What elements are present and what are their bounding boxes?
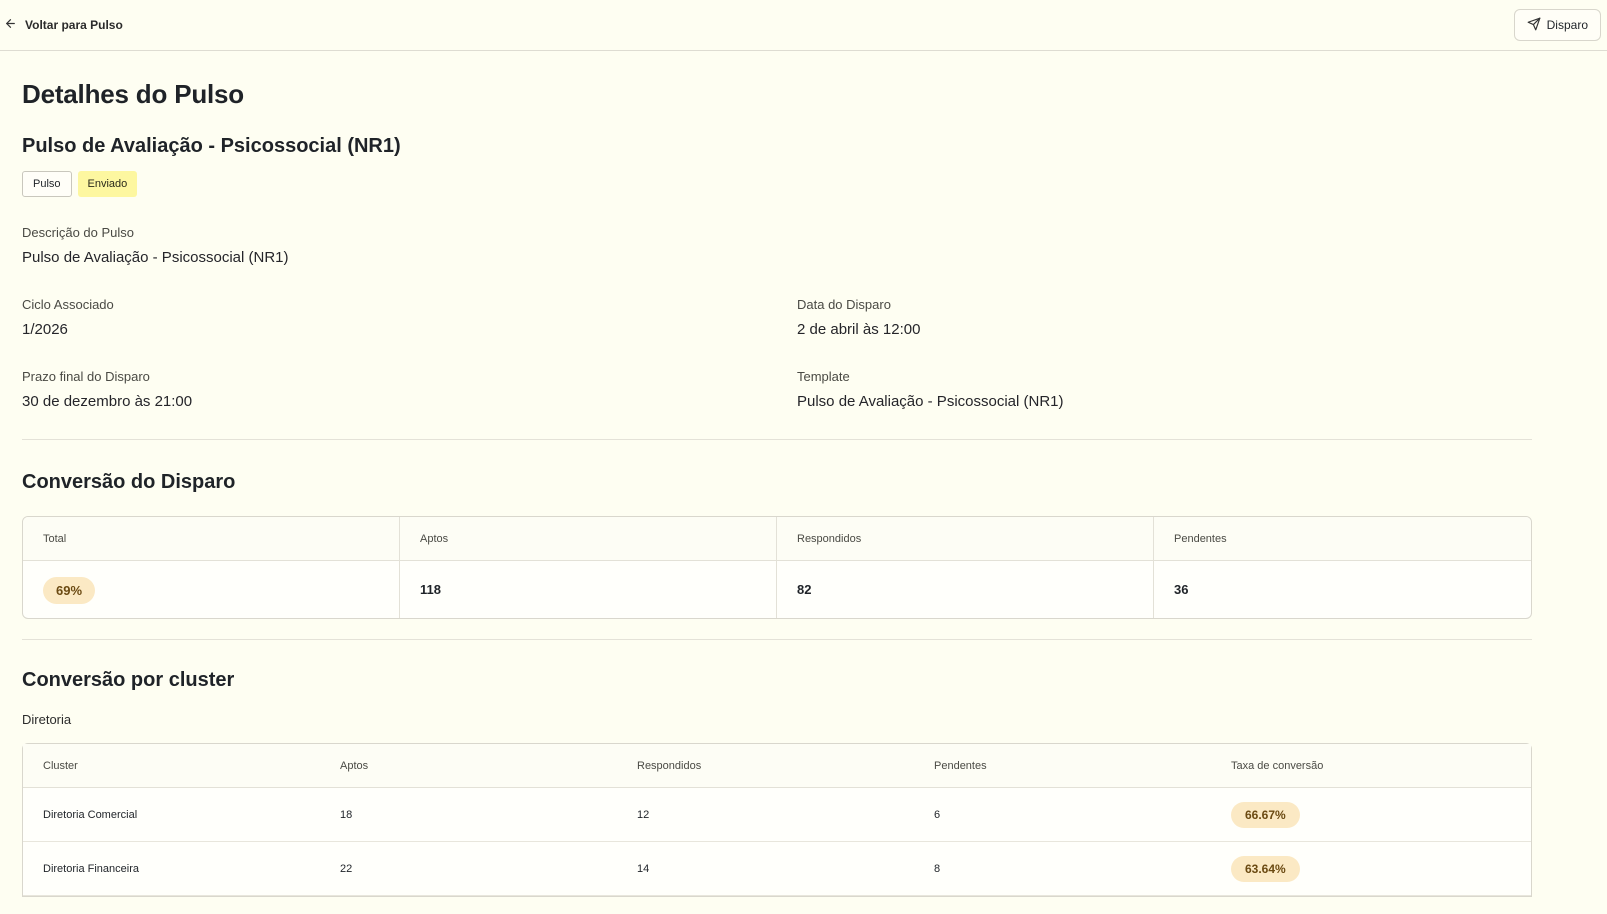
template-label: Template bbox=[797, 369, 850, 384]
cluster-respondidos: 12 bbox=[637, 808, 650, 821]
header-aptos: Aptos bbox=[400, 517, 777, 560]
deadline-field: Prazo final do Disparo 30 de dezembro às… bbox=[22, 369, 797, 411]
conversion-table-row: 69% 118 82 36 bbox=[23, 561, 1531, 618]
cluster-pendentes: 8 bbox=[934, 862, 941, 875]
aptos-value: 118 bbox=[400, 561, 777, 618]
section-divider bbox=[22, 439, 1532, 440]
send-date-label: Data do Disparo bbox=[797, 297, 891, 312]
top-bar: Voltar para Pulso Disparo bbox=[0, 0, 1607, 51]
cycle-label: Ciclo Associado bbox=[22, 297, 114, 312]
cluster-section-title: Conversão por cluster bbox=[22, 669, 235, 691]
deadline-label: Prazo final do Disparo bbox=[22, 369, 150, 384]
conversion-rate-pill: 63.64% bbox=[1231, 855, 1300, 882]
send-date-field: Data do Disparo 2 de abril às 12:00 bbox=[797, 297, 1548, 339]
respondidos-value: 82 bbox=[777, 561, 1154, 618]
cluster-aptos: 22 bbox=[340, 862, 353, 875]
type-badge: Pulso bbox=[22, 171, 72, 197]
pendentes-value: 36 bbox=[1174, 582, 1189, 597]
header-cluster: Cluster bbox=[43, 759, 78, 772]
badge-group: Pulso Enviado bbox=[22, 171, 1548, 197]
conversion-section-title: Conversão do Disparo bbox=[22, 471, 236, 493]
cluster-pendentes: 6 bbox=[934, 808, 941, 821]
cluster-name: Diretoria Financeira bbox=[43, 862, 139, 875]
back-link-label: Voltar para Pulso bbox=[25, 18, 123, 32]
pulse-name: Pulso de Avaliação - Psicossocial (NR1) bbox=[22, 135, 401, 157]
send-date-value: 2 de abril às 12:00 bbox=[797, 321, 921, 338]
header-aptos: Aptos bbox=[340, 759, 369, 772]
description-field: Descrição do Pulso Pulso de Avaliação - … bbox=[22, 225, 1548, 267]
header-taxa: Taxa de conversão bbox=[1231, 759, 1324, 772]
back-to-pulso-link[interactable]: Voltar para Pulso bbox=[4, 17, 123, 33]
table-row[interactable]: Diretoria Financeira 22 14 8 63.64% bbox=[23, 842, 1531, 896]
page-title: Detalhes do Pulso bbox=[22, 79, 244, 109]
cluster-taxa-cell: 63.64% bbox=[1211, 855, 1531, 882]
section-divider bbox=[22, 639, 1532, 640]
disparo-button[interactable]: Disparo bbox=[1513, 9, 1601, 41]
status-badge: Enviado bbox=[77, 171, 138, 197]
header-respondidos: Respondidos bbox=[637, 759, 702, 772]
cycle-field: Ciclo Associado 1/2026 bbox=[22, 297, 797, 339]
main-content: Detalhes do Pulso Pulso de Avaliação - P… bbox=[0, 78, 1570, 897]
details-grid: Ciclo Associado 1/2026 Data do Disparo 2… bbox=[22, 297, 1548, 411]
table-row[interactable]: Diretoria Comercial 18 12 6 66.67% bbox=[23, 788, 1531, 842]
cluster-aptos: 18 bbox=[340, 808, 353, 821]
header-respondidos: Respondidos bbox=[777, 517, 1154, 560]
cluster-group-label: Diretoria bbox=[22, 712, 72, 727]
header-pendentes: Pendentes bbox=[1174, 532, 1227, 545]
cluster-name: Diretoria Comercial bbox=[43, 808, 138, 821]
cluster-taxa-cell: 66.67% bbox=[1211, 801, 1531, 828]
conversion-rate-pill: 66.67% bbox=[1231, 801, 1300, 828]
header-pendentes: Pendentes bbox=[934, 759, 987, 772]
arrow-left-icon bbox=[4, 17, 17, 33]
cycle-value: 1/2026 bbox=[22, 321, 68, 338]
cluster-respondidos: 14 bbox=[637, 862, 650, 875]
disparo-button-label: Disparo bbox=[1546, 18, 1588, 32]
header-total: Total bbox=[23, 517, 400, 560]
cluster-table: Cluster Aptos Respondidos Pendentes Taxa… bbox=[22, 743, 1532, 897]
template-value: Pulso de Avaliação - Psicossocial (NR1) bbox=[797, 393, 1064, 410]
cluster-table-header: Cluster Aptos Respondidos Pendentes Taxa… bbox=[23, 744, 1531, 788]
deadline-value: 30 de dezembro às 21:00 bbox=[22, 393, 193, 410]
conversion-table: Total Aptos Respondidos Pendentes 69% 11… bbox=[22, 516, 1532, 619]
description-value: Pulso de Avaliação - Psicossocial (NR1) bbox=[22, 249, 289, 266]
conversion-table-header: Total Aptos Respondidos Pendentes bbox=[23, 517, 1531, 561]
total-cell: 69% bbox=[23, 561, 400, 618]
template-field: Template Pulso de Avaliação - Psicossoci… bbox=[797, 369, 1548, 411]
description-label: Descrição do Pulso bbox=[22, 225, 134, 240]
send-icon bbox=[1527, 17, 1541, 34]
total-percent-pill: 69% bbox=[43, 577, 96, 604]
